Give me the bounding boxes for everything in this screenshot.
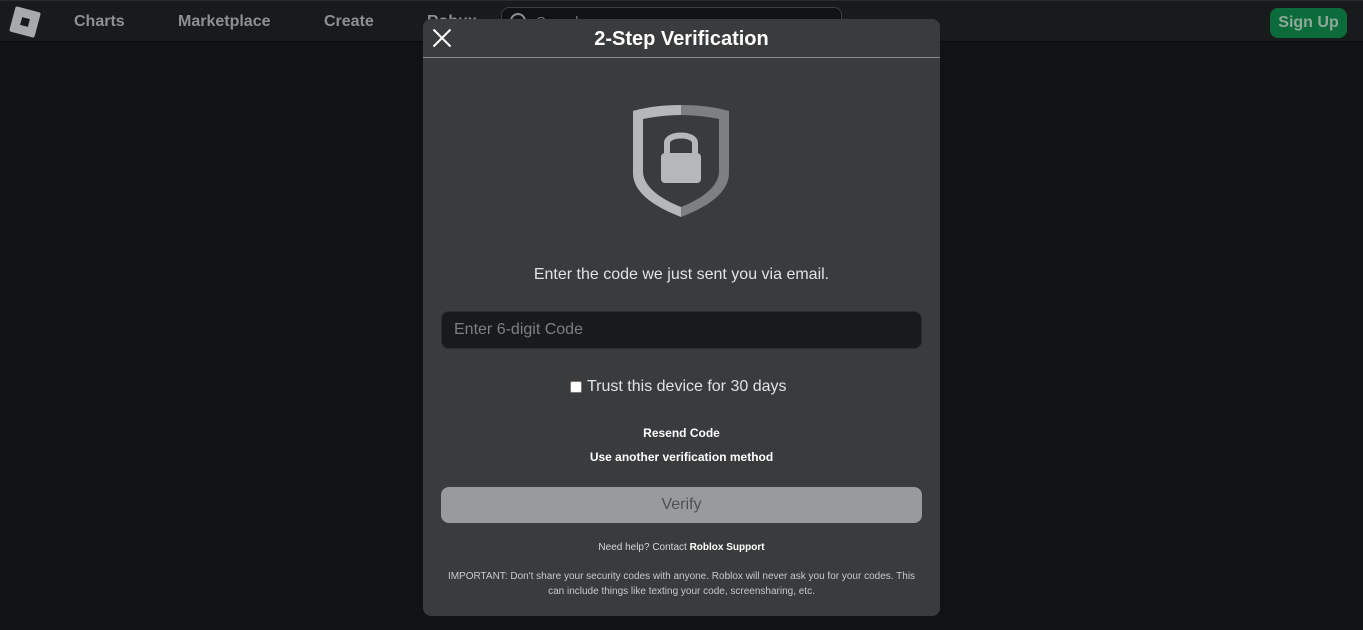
nav-link-create[interactable]: Create [324,13,374,31]
important-notice: IMPORTANT: Don't share your security cod… [447,571,916,597]
nav-link-charts[interactable]: Charts [74,13,125,31]
modal-header: 2-Step Verification [423,19,940,58]
verification-modal: 2-Step Verification Enter the code we ju… [423,19,940,616]
code-input[interactable] [441,311,922,349]
resend-code-link[interactable]: Resend Code [423,426,940,440]
nav-link-marketplace[interactable]: Marketplace [178,13,271,31]
sign-up-button[interactable]: Sign Up [1270,8,1347,38]
roblox-logo-icon[interactable] [9,6,41,38]
help-text: Need help? Contact Roblox Support [423,542,940,553]
another-method-link[interactable]: Use another verification method [423,450,940,464]
trust-device-checkbox[interactable] [570,381,582,393]
roblox-support-link[interactable]: Roblox Support [690,542,765,553]
instructions-text: Enter the code we just sent you via emai… [533,266,830,283]
help-prefix: Need help? Contact [598,542,690,553]
verify-button[interactable]: Verify [441,487,922,523]
modal-title: 2-Step Verification [594,28,769,50]
trust-device-label[interactable]: Trust this device for 30 days [587,378,787,396]
shield-lock-icon [633,105,729,217]
trust-device-row[interactable]: Trust this device for 30 days [570,377,787,397]
